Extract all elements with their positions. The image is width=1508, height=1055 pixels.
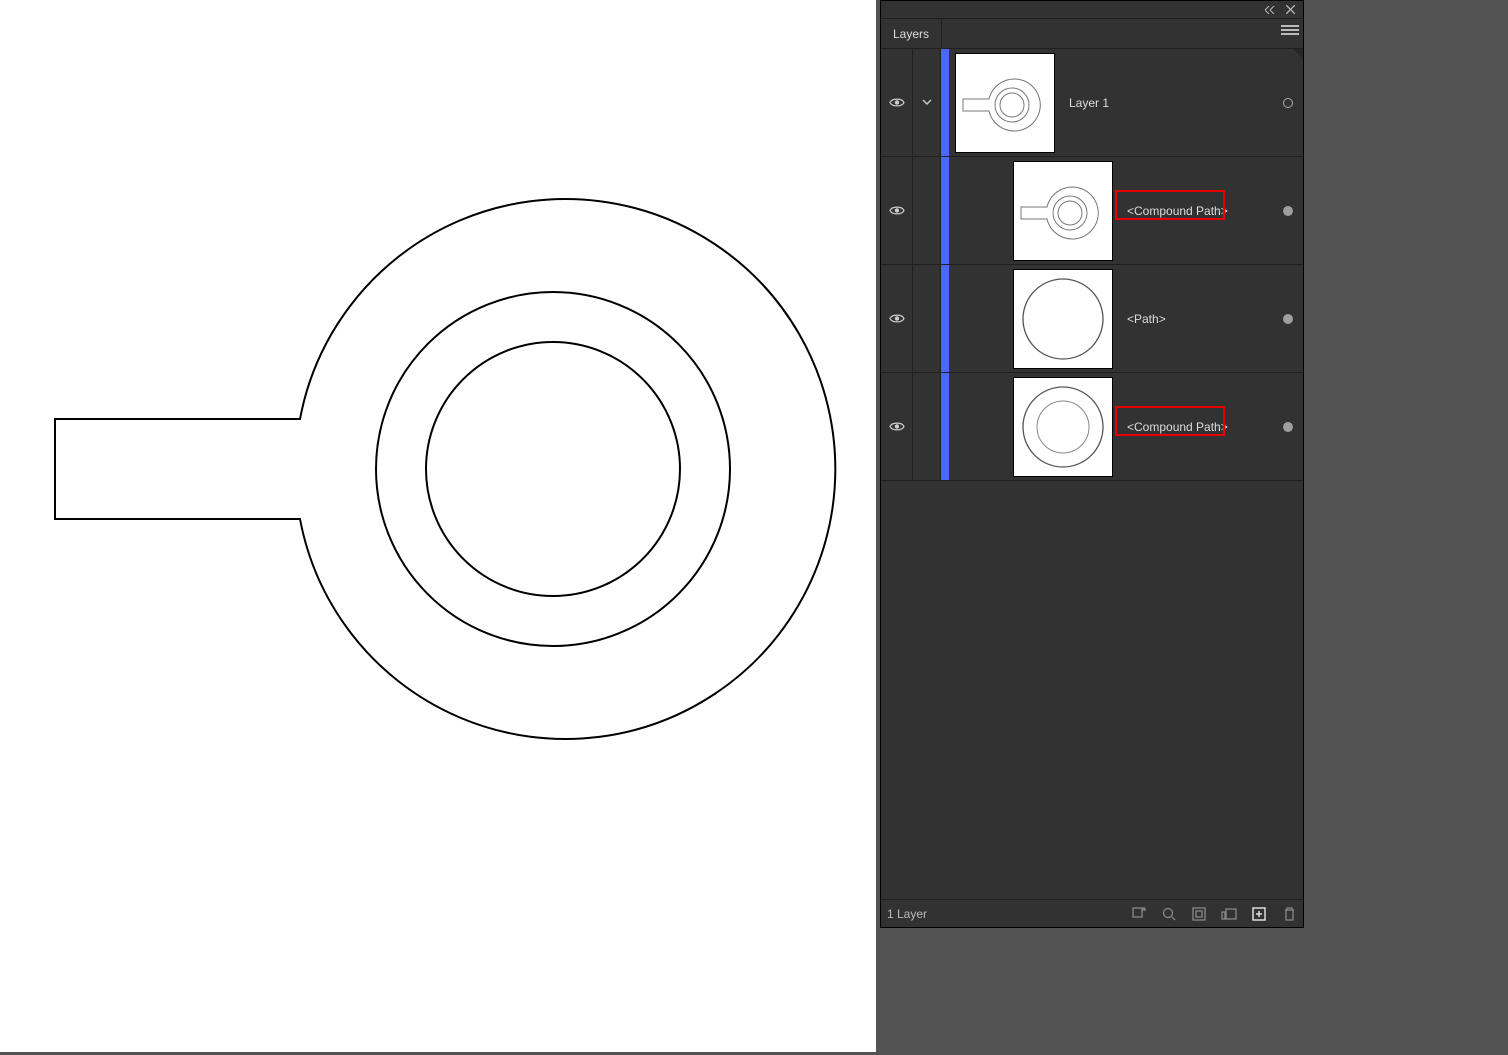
tab-layers[interactable]: Layers — [881, 19, 942, 48]
visibility-toggle[interactable] — [881, 373, 913, 480]
panel-tabbar: Layers — [881, 19, 1303, 49]
locate-object-icon[interactable] — [1131, 906, 1147, 922]
lock-column[interactable] — [913, 157, 941, 264]
layer-list[interactable]: Layer 1 — [881, 49, 1303, 899]
layer-name-wrap[interactable]: <Compound Path> — [1119, 204, 1273, 218]
target-indicator[interactable] — [1273, 49, 1303, 156]
target-circle-icon — [1283, 422, 1293, 432]
layer-color-strip — [941, 49, 949, 156]
collapse-panel-icon[interactable] — [1263, 3, 1277, 17]
eye-icon — [889, 205, 905, 216]
indent-spacer — [949, 265, 1007, 372]
indent-spacer — [949, 157, 1007, 264]
target-indicator[interactable] — [1273, 265, 1303, 372]
layer-name: <Compound Path> — [1127, 420, 1228, 434]
target-circle-icon — [1283, 314, 1293, 324]
layer-color-strip — [941, 157, 949, 264]
layer-color-strip — [941, 265, 949, 372]
new-sublayer-icon[interactable] — [1221, 906, 1237, 922]
layer-row-root[interactable]: Layer 1 — [881, 49, 1303, 157]
close-panel-icon[interactable] — [1283, 3, 1297, 17]
layer-thumbnail[interactable] — [955, 53, 1055, 153]
chevron-down-icon — [922, 96, 932, 110]
target-indicator[interactable] — [1273, 157, 1303, 264]
indent-spacer — [949, 373, 1007, 480]
expand-toggle[interactable] — [913, 49, 941, 156]
panel-flyout-menu-icon[interactable] — [1281, 25, 1299, 39]
visibility-toggle[interactable] — [881, 157, 913, 264]
panel-titlebar — [881, 1, 1303, 19]
sublayer-row[interactable]: <Compound Path> — [881, 157, 1303, 265]
layers-panel: Layers — [880, 0, 1304, 928]
layer-name-wrap[interactable]: <Compound Path> — [1119, 420, 1273, 434]
clipping-mask-icon[interactable] — [1191, 906, 1207, 922]
sublayer-row[interactable]: <Path> — [881, 265, 1303, 373]
lock-column[interactable] — [913, 373, 941, 480]
lock-column[interactable] — [913, 265, 941, 372]
visibility-toggle[interactable] — [881, 49, 913, 156]
delete-layer-icon[interactable] — [1281, 906, 1297, 922]
footer-icon-row — [1131, 906, 1297, 922]
layer-color-strip — [941, 373, 949, 480]
artwork-svg — [0, 0, 876, 1052]
eye-icon — [889, 97, 905, 108]
layer-name: <Compound Path> — [1127, 204, 1228, 218]
eye-icon — [889, 313, 905, 324]
target-circle-icon — [1283, 206, 1293, 216]
eye-icon — [889, 421, 905, 432]
layer-name[interactable]: <Path> — [1119, 312, 1273, 326]
new-layer-icon[interactable] — [1251, 906, 1267, 922]
layer-count-text: 1 Layer — [887, 907, 1125, 921]
target-indicator[interactable] — [1273, 373, 1303, 480]
sublayer-row[interactable]: <Compound Path> — [881, 373, 1303, 481]
layer-thumbnail[interactable] — [1013, 269, 1113, 369]
layer-thumbnail[interactable] — [1013, 161, 1113, 261]
layer-thumbnail[interactable] — [1013, 377, 1113, 477]
visibility-toggle[interactable] — [881, 265, 913, 372]
target-circle-icon — [1283, 98, 1293, 108]
panel-footer: 1 Layer — [881, 899, 1303, 927]
artboard[interactable] — [0, 0, 876, 1052]
layer-name[interactable]: Layer 1 — [1061, 96, 1273, 110]
tab-label: Layers — [893, 27, 929, 41]
search-icon[interactable] — [1161, 906, 1177, 922]
